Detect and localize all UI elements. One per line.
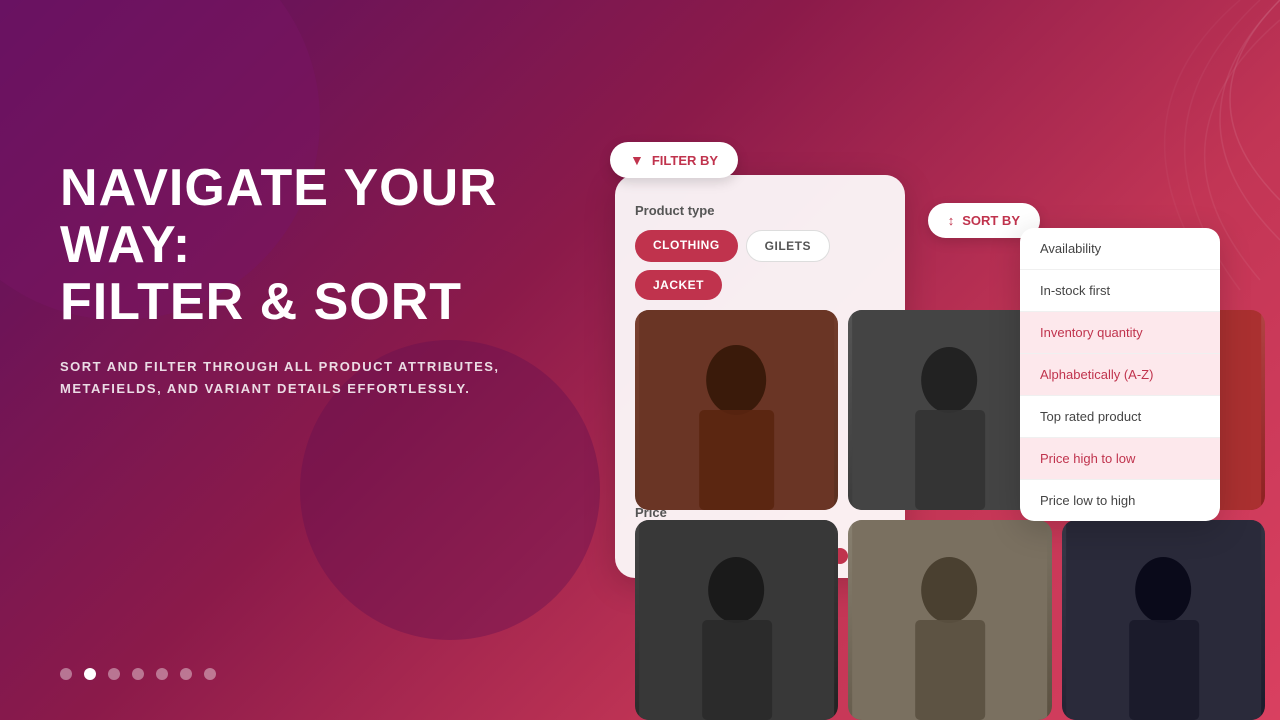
product-image-5 (1062, 520, 1265, 720)
product-card-3[interactable] (635, 520, 838, 720)
tag-jacket[interactable]: JACKET (635, 270, 722, 300)
product-image-3 (635, 520, 838, 720)
sort-alphabetically[interactable]: Alphabetically (A-Z) (1020, 354, 1220, 396)
funnel-icon: ▼ (630, 152, 644, 168)
dot-0[interactable] (60, 668, 72, 680)
pagination-dots (60, 668, 216, 680)
tag-gilets[interactable]: GILETS (746, 230, 830, 262)
sort-availability[interactable]: Availability (1020, 228, 1220, 270)
dot-3[interactable] (132, 668, 144, 680)
left-section: NAVIGATE YOUR WAY: FILTER & SORT SORT AN… (60, 160, 560, 400)
dot-5[interactable] (180, 668, 192, 680)
product-card-4[interactable] (848, 520, 1051, 720)
filter-by-button[interactable]: ▼ FILTER BY (610, 142, 738, 178)
sort-top-rated[interactable]: Top rated product (1020, 396, 1220, 438)
dot-2[interactable] (108, 668, 120, 680)
filter-button-label: FILTER BY (652, 153, 718, 168)
dot-4[interactable] (156, 668, 168, 680)
product-type-label: Product type (635, 203, 885, 218)
sort-price-low-high[interactable]: Price low to high (1020, 480, 1220, 521)
tag-group: CLOTHING GILETS JACKET (635, 230, 885, 300)
subtitle: SORT AND FILTER THROUGH ALL PRODUCT ATTR… (60, 356, 560, 400)
sort-button-label: SORT BY (962, 213, 1020, 228)
sort-price-high-low[interactable]: Price high to low (1020, 438, 1220, 480)
sort-dropdown: Availability In-stock first Inventory qu… (1020, 228, 1220, 521)
product-card-5[interactable] (1062, 520, 1265, 720)
dot-1[interactable] (84, 668, 96, 680)
sort-in-stock[interactable]: In-stock first (1020, 270, 1220, 312)
product-image-0 (635, 310, 838, 510)
product-card-0[interactable] (635, 310, 838, 510)
product-image-4 (848, 520, 1051, 720)
main-title: NAVIGATE YOUR WAY: FILTER & SORT (60, 160, 560, 332)
tag-clothing[interactable]: CLOTHING (635, 230, 738, 262)
sort-inventory-qty[interactable]: Inventory quantity (1020, 312, 1220, 354)
dot-6[interactable] (204, 668, 216, 680)
sort-icon: ↕ (948, 213, 955, 228)
